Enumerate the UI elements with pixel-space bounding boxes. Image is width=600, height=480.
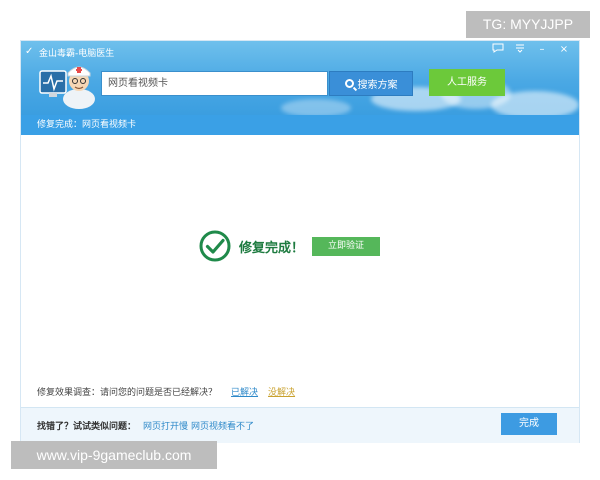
search-icon	[344, 79, 354, 88]
app-title: ✓ 金山毒霸-电脑医生	[25, 45, 114, 59]
app-logo-icon: ✓	[25, 46, 34, 57]
watermark-bottom: www.vip-9gameclub.com	[11, 441, 217, 469]
repair-result: 修复完成！ 立即验证	[199, 230, 381, 262]
header: ✓ 金山毒霸-电脑医生 – × 网页看视频卡 搜索方案 人工服务	[21, 41, 579, 115]
app-window: ✓ 金山毒霸-电脑医生 – × 网页看视频卡 搜索方案 人工服务 修复完成：网页…	[20, 40, 580, 443]
survey-solved-link[interactable]: 已解决	[231, 385, 258, 398]
feedback-icon[interactable]	[489, 43, 507, 57]
check-circle-icon	[199, 230, 231, 262]
close-button[interactable]: ×	[555, 43, 573, 57]
similar-issue-link[interactable]: 网页打开慢	[143, 419, 188, 432]
result-status-text: 修复完成！	[239, 240, 305, 256]
app-title-text: 金山毒霸-电脑医生	[39, 48, 115, 59]
doctor-avatar-icon	[39, 59, 97, 109]
cloud-decoration	[281, 99, 351, 115]
footer-prompt: 找错了？试试类似问题：	[37, 422, 137, 432]
breadcrumb: 修复完成：网页看视频卡	[21, 115, 579, 135]
survey-row: 修复效果调查：请问您的问题是否已经解决？ 已解决 没解决	[37, 385, 295, 398]
survey-unsolved-link[interactable]: 没解决	[268, 385, 295, 398]
done-button[interactable]: 完成	[501, 413, 557, 435]
similar-issue-link[interactable]: 网页视频看不了	[191, 419, 254, 432]
window-controls: – ×	[489, 43, 573, 57]
menu-icon[interactable]	[511, 43, 529, 57]
search-button-label: 搜索方案	[357, 80, 398, 91]
minimize-button[interactable]: –	[533, 43, 551, 57]
screenshot: TG: MYYJJPP ✓ 金山毒霸-电脑医生 – × 网页看视频卡 搜索方案 …	[0, 0, 600, 480]
footer-bar: 找错了？试试类似问题： 网页打开慢 网页视频看不了 完成	[21, 407, 579, 443]
verify-now-button[interactable]: 立即验证	[312, 236, 381, 256]
human-service-button[interactable]: 人工服务	[429, 69, 505, 96]
search-button[interactable]: 搜索方案	[329, 71, 413, 96]
watermark-top: TG: MYYJJPP	[466, 11, 590, 38]
search-input[interactable]: 网页看视频卡	[101, 71, 328, 96]
survey-question: 修复效果调查：请问您的问题是否已经解决？	[37, 388, 218, 398]
